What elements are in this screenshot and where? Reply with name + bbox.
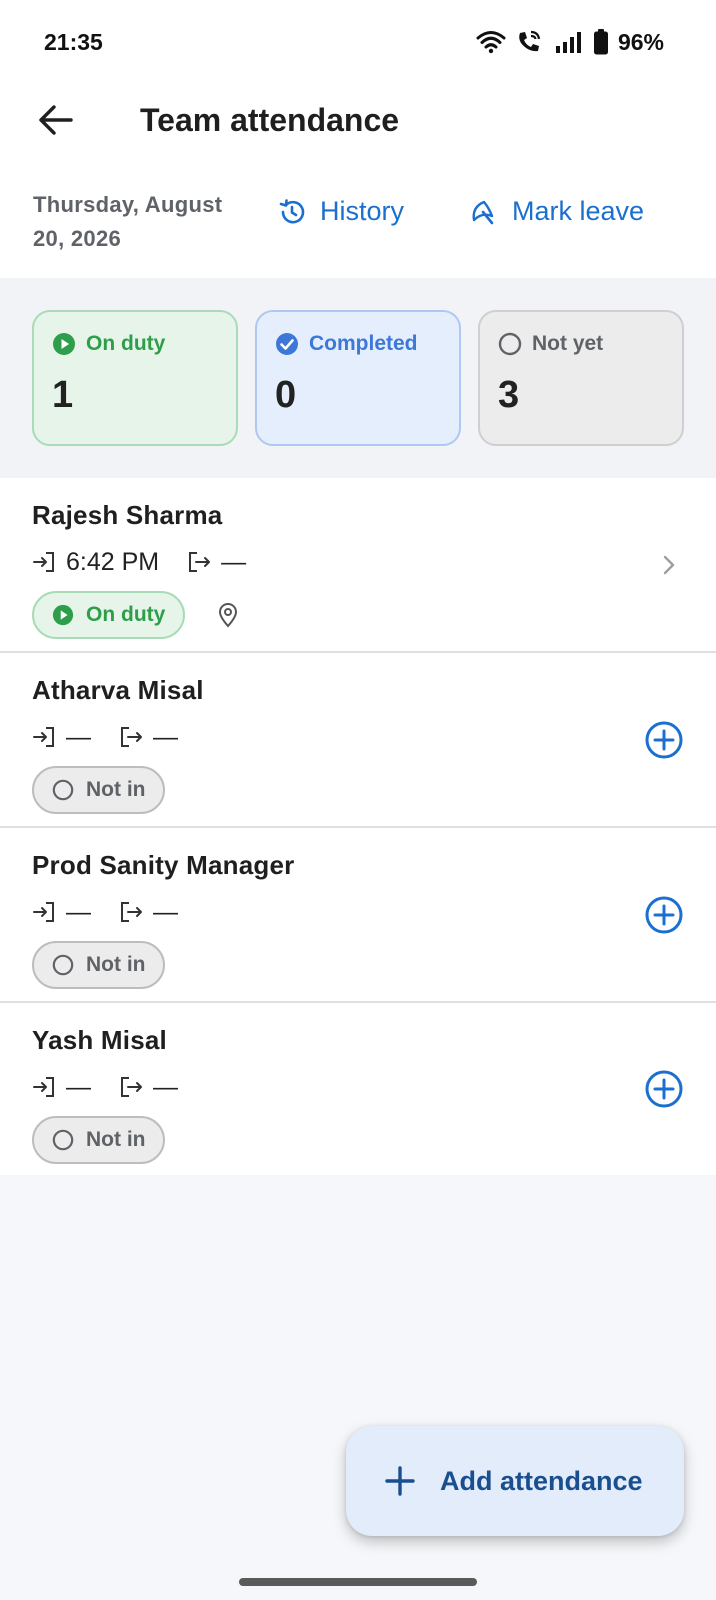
check-circle-icon (276, 333, 298, 355)
check-in-icon (33, 902, 54, 922)
history-label: History (320, 196, 405, 226)
completed-label: Completed (309, 332, 418, 355)
wifi-call-icon (519, 30, 541, 52)
check-in-icon (33, 727, 54, 747)
arrow-left-icon (39, 105, 73, 135)
status-icons: 96% (476, 29, 664, 56)
location-pin-icon[interactable] (217, 602, 239, 628)
check-out-time: — (153, 722, 178, 751)
on-duty-count: 1 (52, 374, 74, 416)
completed-card[interactable]: Completed 0 (255, 310, 461, 446)
signal-icon (555, 32, 581, 53)
list-item[interactable]: Atharva Misal — — Not in (0, 653, 716, 828)
empty-circle-icon (52, 1129, 74, 1151)
not-yet-label: Not yet (532, 332, 604, 355)
member-name: Prod Sanity Manager (32, 850, 295, 880)
play-circle-icon (52, 604, 74, 626)
current-date: Thursday, August 20, 2026 (33, 192, 223, 251)
member-name: Atharva Misal (32, 675, 204, 705)
wifi-icon (476, 31, 506, 54)
plus-icon (385, 1466, 415, 1496)
add-circle-icon[interactable] (644, 1069, 684, 1109)
status-label: Not in (86, 778, 146, 801)
status-label: Not in (86, 953, 146, 976)
check-out-time: — (221, 547, 247, 576)
status-badge: On duty (32, 591, 186, 639)
status-bar: 21:35 96% (0, 0, 716, 84)
check-in-time: — (66, 897, 91, 926)
on-duty-card[interactable]: On duty 1 (32, 310, 238, 446)
history-icon (279, 198, 305, 223)
status-badge: Not in (32, 1116, 166, 1164)
check-in-time: 6:42 PM (66, 547, 160, 576)
battery-percent: 96% (617, 28, 664, 55)
add-attendance-button[interactable]: Add attendance (346, 1426, 684, 1536)
check-in-icon (33, 552, 54, 572)
app-bar: Team attendance (0, 84, 716, 156)
check-out-icon (189, 552, 211, 572)
play-circle-icon (53, 333, 75, 355)
add-circle-icon[interactable] (644, 895, 684, 935)
list-item[interactable]: Yash Misal — — Not in (0, 1003, 716, 1175)
member-name: Yash Misal (32, 1025, 167, 1055)
mark-leave-label: Mark leave (512, 196, 645, 226)
chevron-right-icon[interactable] (662, 554, 676, 576)
check-in-time: — (66, 722, 91, 751)
not-yet-count: 3 (498, 374, 520, 416)
status-label: On duty (86, 603, 166, 626)
check-in-time: — (66, 1072, 91, 1101)
empty-circle-icon (498, 332, 522, 356)
back-button[interactable] (24, 88, 88, 152)
add-circle-icon[interactable] (644, 720, 684, 760)
check-out-icon (121, 727, 142, 747)
battery-icon (593, 29, 608, 55)
check-out-time: — (153, 1072, 178, 1101)
status-label: Not in (86, 1128, 146, 1151)
status-time: 21:35 (44, 28, 103, 55)
gesture-nav-bar[interactable] (239, 1578, 477, 1586)
date-row: Thursday, August 20, 2026 History Mark l… (0, 156, 716, 278)
check-in-icon (33, 1077, 54, 1097)
page-title: Team attendance (140, 101, 400, 138)
empty-circle-icon (52, 779, 74, 801)
mark-leave-button[interactable]: Mark leave (470, 196, 644, 227)
umbrella-icon (472, 200, 494, 224)
member-name: Rajesh Sharma (32, 500, 223, 530)
check-out-time: — (153, 897, 178, 926)
list-item[interactable]: Rajesh Sharma 6:42 PM — On duty (0, 478, 716, 653)
check-out-icon (121, 1077, 142, 1097)
completed-count: 0 (275, 374, 297, 416)
status-badge: Not in (32, 941, 166, 989)
list-item[interactable]: Prod Sanity Manager — — Not in (0, 828, 716, 1003)
check-out-icon (121, 902, 142, 922)
on-duty-label: On duty (86, 332, 166, 355)
history-button[interactable]: History (278, 196, 404, 227)
empty-circle-icon (52, 954, 74, 976)
summary-section: On duty 1 Completed 0 Not yet 3 (0, 278, 716, 478)
add-attendance-label: Add attendance (440, 1465, 643, 1496)
not-yet-card[interactable]: Not yet 3 (478, 310, 684, 446)
member-list: Rajesh Sharma 6:42 PM — On duty Atharva … (0, 478, 716, 1175)
status-badge: Not in (32, 766, 166, 814)
